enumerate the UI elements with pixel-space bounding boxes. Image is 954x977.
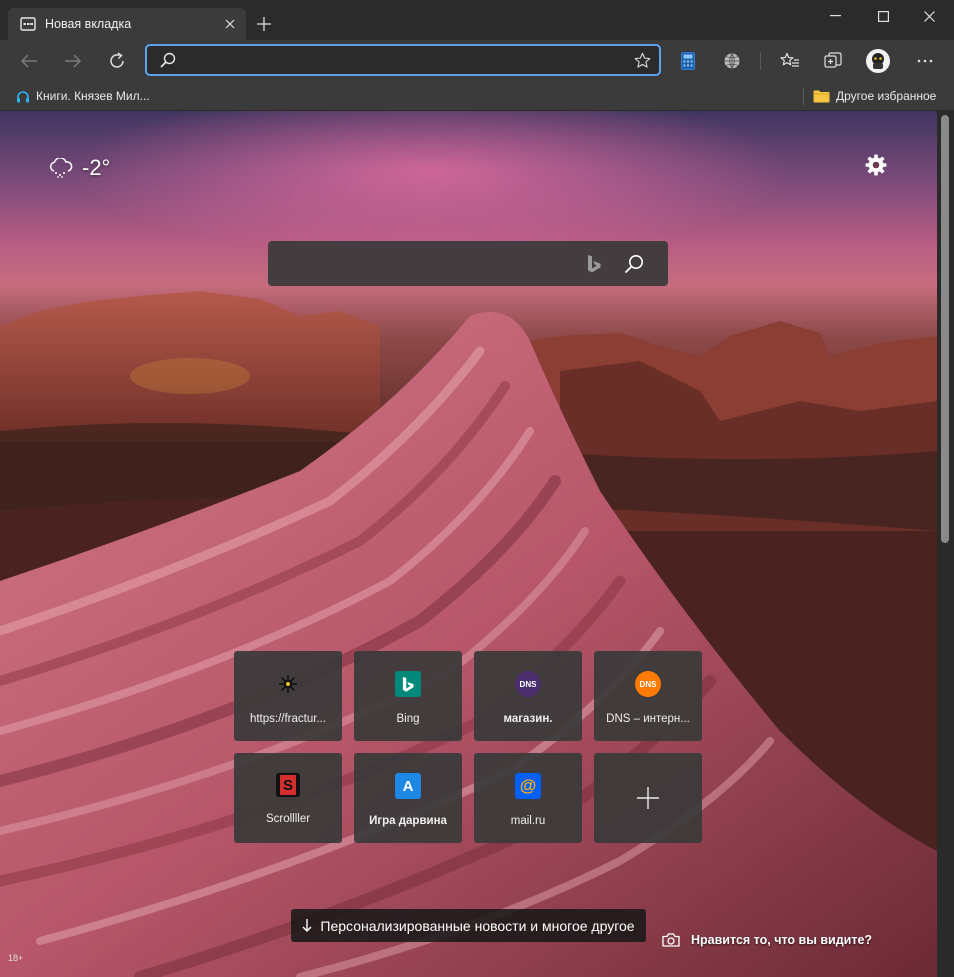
refresh-button[interactable] xyxy=(100,44,134,78)
favorites-bar: Книги. Князев Мил... Другое избранное xyxy=(0,81,954,111)
profile-avatar[interactable] xyxy=(861,44,895,78)
maximize-button[interactable] xyxy=(860,0,906,32)
bing-icon xyxy=(395,671,421,697)
quick-link-tile[interactable]: A Игра дарвина xyxy=(354,753,462,843)
quick-link-label: DNS – интерн... xyxy=(606,713,690,725)
close-tab-icon[interactable] xyxy=(217,11,243,37)
other-favorites-folder[interactable]: Другое избранное xyxy=(813,85,936,107)
quick-link-label: Scrollller xyxy=(265,813,311,825)
feedback-label: Нравится то, что вы видите? xyxy=(691,933,873,947)
arrow-down-icon xyxy=(302,919,312,932)
quick-link-tile[interactable]: Bing xyxy=(354,651,462,741)
quick-link-label: mail.ru xyxy=(510,815,546,827)
headphones-icon xyxy=(17,90,29,102)
title-bar: Новая вкладка xyxy=(0,0,954,40)
minimize-button[interactable] xyxy=(812,0,858,32)
page-scrollbar[interactable] xyxy=(937,111,954,977)
forward-button[interactable] xyxy=(56,44,90,78)
new-tab-button[interactable] xyxy=(250,10,278,38)
address-bar[interactable] xyxy=(145,44,661,76)
bookmark-label: Книги. Князев Мил... xyxy=(36,89,150,103)
globe-extension-icon[interactable] xyxy=(715,44,749,78)
quick-link-label: https://fractur... xyxy=(249,713,327,725)
bookmarks-separator xyxy=(803,88,804,105)
fractal-site-icon xyxy=(275,671,301,697)
other-favorites-label: Другое избранное xyxy=(836,89,937,103)
calculator-extension-icon[interactable] xyxy=(671,44,705,78)
image-feedback-link[interactable]: Нравится то, что вы видите? xyxy=(662,933,872,947)
new-tab-page-icon xyxy=(20,16,36,32)
add-favorite-star-icon[interactable] xyxy=(625,46,659,74)
quick-link-tile[interactable]: https://fractur... xyxy=(234,651,342,741)
scrollller-icon: S xyxy=(276,773,300,797)
tab-new-tab[interactable]: Новая вкладка xyxy=(8,8,246,40)
quick-link-tile[interactable]: S Scrollller xyxy=(234,753,342,843)
mail-ru-icon: @ xyxy=(515,773,541,799)
bookmark-item[interactable]: Книги. Князев Мил... xyxy=(16,85,150,107)
dns-icon: DNS xyxy=(635,671,661,697)
favorites-icon[interactable] xyxy=(773,44,807,78)
camera-icon xyxy=(662,933,680,947)
web-search-box[interactable] xyxy=(268,241,668,286)
web-search-input[interactable] xyxy=(268,241,580,286)
quick-link-label: магазин. xyxy=(503,713,553,725)
folder-icon xyxy=(813,90,830,102)
more-menu-icon[interactable] xyxy=(908,44,942,78)
back-button[interactable] xyxy=(12,44,46,78)
quick-link-label: Bing xyxy=(396,713,420,725)
collections-icon[interactable] xyxy=(816,44,850,78)
toolbar-separator xyxy=(760,52,761,70)
close-window-button[interactable] xyxy=(906,0,952,32)
search-icon xyxy=(153,46,183,74)
weather-temperature: -2° xyxy=(82,155,111,180)
quick-link-label: Игра дарвина xyxy=(369,815,447,827)
weather-widget[interactable]: -2° xyxy=(48,155,110,181)
snow-cloud-icon xyxy=(49,158,73,178)
address-input[interactable] xyxy=(183,46,625,74)
new-tab-page: -2° https://fractur... Bing DNS магазин.… xyxy=(0,111,937,977)
darwin-game-icon: A xyxy=(395,773,421,799)
news-button-label: Персонализированные новости и многое дру… xyxy=(320,917,635,934)
tab-title: Новая вкладка xyxy=(45,17,132,31)
bing-logo-icon xyxy=(580,250,608,278)
quick-link-tile[interactable]: DNS DNS – интерн... xyxy=(594,651,702,741)
search-submit-icon[interactable] xyxy=(618,248,650,280)
plus-icon xyxy=(637,787,659,809)
page-settings-gear-icon[interactable] xyxy=(862,151,890,179)
add-quick-link-button[interactable] xyxy=(594,753,702,843)
dns-shop-icon: DNS xyxy=(515,671,541,697)
quick-link-tile[interactable]: @ mail.ru xyxy=(474,753,582,843)
personalized-news-button[interactable]: Персонализированные новости и многое дру… xyxy=(291,909,646,942)
navigation-toolbar xyxy=(0,40,954,81)
age-rating-badge: 18+ xyxy=(8,953,24,963)
scrollbar-thumb[interactable] xyxy=(941,115,949,543)
quick-link-tile[interactable]: DNS магазин. xyxy=(474,651,582,741)
